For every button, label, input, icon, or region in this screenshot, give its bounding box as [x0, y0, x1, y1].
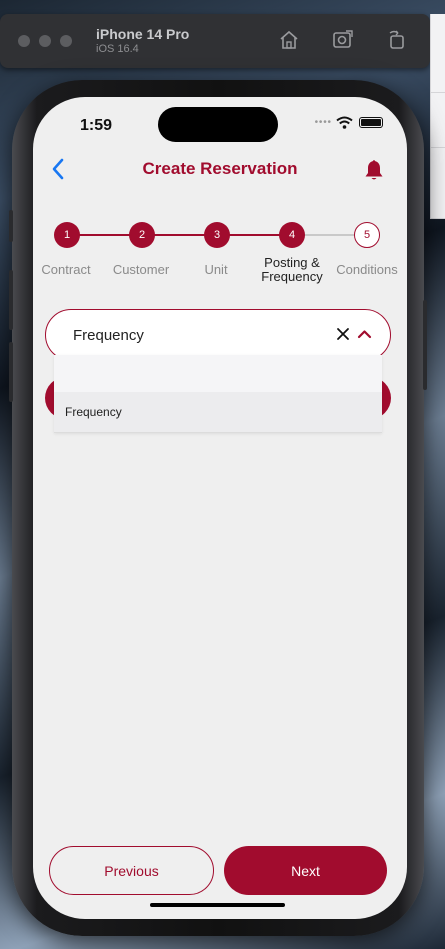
frequency-option[interactable]: Frequency: [54, 392, 382, 433]
step-3-indicator[interactable]: 3: [204, 222, 230, 248]
step-1-indicator[interactable]: 1: [54, 222, 80, 248]
step-2-label: Customer: [112, 262, 170, 277]
step-1-label: Contract: [41, 262, 91, 277]
simulator-title: iPhone 14 Pro iOS 16.4: [96, 26, 190, 55]
dropdown-search-area[interactable]: [54, 355, 382, 392]
app-screen: 1:59 • • • • Create Reservation 1 2 3 4 …: [33, 97, 407, 919]
simulator-actions: [278, 28, 408, 52]
home-icon[interactable]: [278, 28, 300, 52]
previous-button[interactable]: Previous: [49, 846, 214, 895]
os-version: iOS 16.4: [96, 42, 139, 55]
progress-stepper: 1 2 3 4 5 Contract Customer Unit Posting…: [33, 222, 407, 292]
step-5-indicator[interactable]: 5: [354, 222, 380, 248]
status-icons: • • • •: [315, 116, 383, 129]
page-title: Create Reservation: [142, 159, 298, 178]
screenshot-icon[interactable]: [332, 28, 354, 52]
frequency-dropdown-value: Frequency: [73, 327, 144, 344]
progress-line-pending: [304, 234, 358, 236]
power-button: [423, 300, 427, 390]
chevron-up-icon[interactable]: [357, 329, 372, 339]
window-controls: [18, 35, 72, 47]
bell-icon[interactable]: [363, 158, 385, 182]
rotate-icon[interactable]: [386, 28, 408, 52]
status-time: 1:59: [80, 117, 113, 134]
dynamic-island: [158, 107, 278, 142]
device-name: iPhone 14 Pro: [96, 26, 190, 43]
close-icon[interactable]: [336, 327, 350, 341]
step-5-label: Conditions: [336, 262, 398, 277]
step-4-label: Posting & Frequency: [261, 255, 323, 284]
divider: [431, 92, 445, 93]
frequency-options-panel: Frequency: [54, 355, 382, 433]
simulator-toolbar: iPhone 14 Pro iOS 16.4: [0, 14, 430, 68]
divider: [431, 147, 445, 148]
progress-line-complete: [67, 234, 304, 236]
frequency-dropdown[interactable]: Frequency: [45, 309, 391, 361]
volume-up-button: [9, 270, 13, 330]
step-2-indicator[interactable]: 2: [129, 222, 155, 248]
wifi-icon: [336, 116, 353, 129]
step-4-indicator[interactable]: 4: [279, 222, 305, 248]
divider: [431, 218, 445, 219]
step-3-label: Unit: [204, 262, 228, 277]
volume-down-button: [9, 342, 13, 402]
home-indicator: [150, 903, 285, 907]
battery-icon: [359, 117, 383, 128]
minimize-window-button[interactable]: [39, 35, 51, 47]
mute-switch: [9, 210, 13, 242]
frequency-option-label: Frequency: [65, 405, 122, 419]
zoom-window-button[interactable]: [60, 35, 72, 47]
signal-icon: • • • •: [314, 117, 331, 128]
close-window-button[interactable]: [18, 35, 30, 47]
next-button[interactable]: Next: [224, 846, 387, 895]
side-panel-edge: [430, 14, 445, 219]
navigation-bar: Create Reservation: [33, 155, 407, 185]
